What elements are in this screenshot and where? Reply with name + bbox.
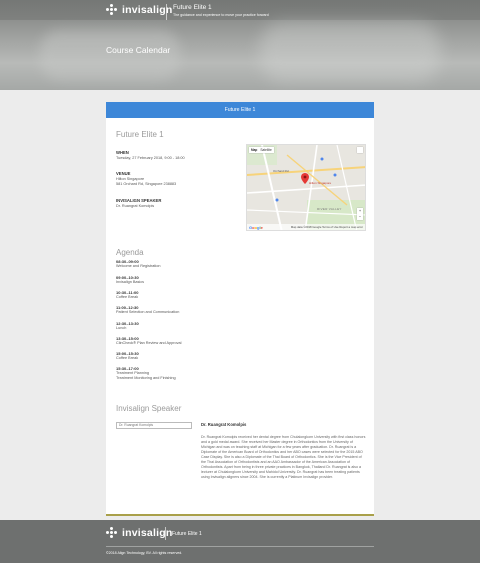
agenda-desc: Invisalign Basics (116, 280, 145, 284)
hero-banner: invisalign Future Elite 1 The guidance a… (0, 0, 480, 90)
agenda-desc: Treatment Monitoring and Finishing (116, 376, 176, 380)
map-label-road: Orchard Rd (273, 169, 289, 173)
location-map[interactable]: Map Satellite Orchard Rd Hilton Singapor… (246, 144, 366, 231)
speaker-photo-alt: Dr. Ruangrat Komolpis (119, 423, 154, 427)
speaker-label: INVISALIGN SPEAKER (116, 198, 162, 203)
agenda-desc: Coffee Break (116, 295, 139, 299)
footer-rule (106, 546, 374, 547)
footer-title: Future Elite 1 (172, 531, 202, 537)
fullscreen-icon[interactable] (357, 147, 363, 153)
course-title: Future Elite 1 (116, 130, 164, 139)
satellite-tab[interactable]: Satellite (260, 148, 271, 152)
brand-name: invisalign (122, 4, 173, 16)
speaker-section-title: Invisalign Speaker (116, 404, 182, 413)
speaker-value: Dr. Ruangrat Komolpis (116, 204, 155, 208)
logo-icon (106, 4, 118, 16)
when-value: Tuesday, 27 February 2018, 9:00 - 18:00 (116, 156, 185, 160)
map-pin-icon[interactable] (301, 173, 309, 184)
footer: invisalign Future Elite 1 ©2018 Align Te… (0, 520, 480, 563)
agenda-desc: ClinCheck® Plan Review and Approval (116, 341, 182, 345)
zoom-control[interactable]: + − (357, 208, 363, 220)
when-label: WHEN (116, 150, 129, 155)
logo-icon (106, 527, 118, 539)
map-footer: Google Map data ©2018 Google Terms of Us… (247, 224, 365, 230)
speaker-photo: Dr. Ruangrat Komolpis (116, 422, 192, 429)
header-program-title: Future Elite 1 (173, 4, 212, 11)
agenda-desc: Coffee Break (116, 356, 139, 360)
map-attribution[interactable]: Map data ©2018 Google Terms of Use Repor… (291, 225, 363, 229)
agenda-desc: Welcome and Registration (116, 264, 161, 268)
header-tagline: The guidance and experience to move your… (173, 13, 269, 17)
map-type-control[interactable]: Map Satellite (249, 147, 274, 153)
page-title: Course Calendar (106, 45, 171, 55)
header-divider (166, 4, 167, 20)
map-label-hotel: Hilton Singapore (309, 181, 332, 185)
google-logo: Google (249, 224, 263, 230)
copyright: ©2018 Align Technology, BV. All rights r… (106, 551, 183, 555)
map-tab[interactable]: Map (251, 148, 257, 152)
agenda-title: Agenda (116, 248, 144, 257)
card-bottom-rule (106, 514, 374, 516)
course-card: Future Elite 1 Future Elite 1 WHEN Tuesd… (106, 102, 374, 516)
invisalign-logo[interactable]: invisalign (106, 4, 172, 16)
footer-divider (165, 527, 166, 540)
footer-logo[interactable]: invisalign (106, 527, 172, 539)
venue-label: VENUE (116, 171, 131, 176)
agenda-desc: Patient Selection and Communication (116, 310, 180, 314)
speaker-name: Dr. Ruangrat Komolpis (201, 422, 247, 427)
agenda-desc: Lunch (116, 326, 127, 330)
course-bar: Future Elite 1 (106, 102, 374, 118)
speaker-bio: Dr. Ruangrat Komolpis received her denta… (201, 435, 366, 479)
venue-line2: 581 Orchard Rd, Singapore 238883 (116, 182, 177, 186)
map-canvas[interactable] (247, 145, 366, 231)
map-label-area: RIVER VALLEY (317, 207, 342, 211)
